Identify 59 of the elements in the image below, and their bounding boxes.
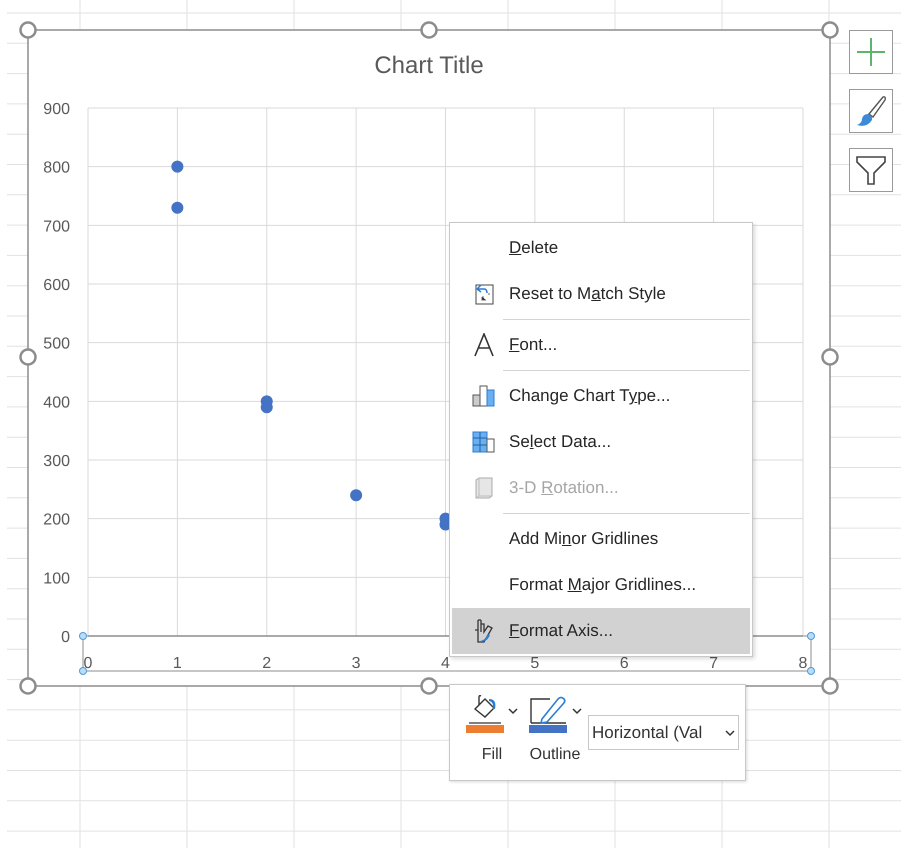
resize-handle[interactable] xyxy=(821,348,839,366)
resize-handle[interactable] xyxy=(821,21,839,39)
selection-handle[interactable] xyxy=(79,667,87,675)
axis-label: 400 xyxy=(43,394,70,412)
axis-label: 0 xyxy=(84,655,92,672)
bar-chart-icon xyxy=(472,385,496,407)
filter-icon xyxy=(855,154,887,186)
axis-label: 2 xyxy=(262,655,272,672)
menu-item[interactable]: Add Minor Gridlines xyxy=(452,516,750,562)
axis-label: 500 xyxy=(43,336,70,353)
paintbrush-icon xyxy=(855,94,887,128)
chart-styles-button[interactable] xyxy=(849,89,893,133)
selection-handle[interactable] xyxy=(807,632,815,640)
axis-label: 100 xyxy=(43,570,70,588)
menu-item[interactable]: Delete xyxy=(452,225,750,271)
plus-icon xyxy=(856,37,886,67)
pencil-outline-icon xyxy=(528,695,568,725)
chart-filters-button[interactable] xyxy=(849,148,893,192)
menu-item[interactable]: Format Major Gridlines... xyxy=(452,562,750,608)
axis-label: 0 xyxy=(61,629,70,646)
format-button[interactable]: Outline xyxy=(528,695,582,767)
caret-icon xyxy=(508,707,518,715)
reset-style-icon xyxy=(472,282,494,306)
resize-handle[interactable] xyxy=(19,348,37,366)
selection-handle[interactable] xyxy=(807,667,815,675)
menu-item[interactable]: Change Chart Type... xyxy=(452,373,750,419)
menu-item[interactable]: Reset to Match Style xyxy=(452,271,750,317)
font-letter-icon xyxy=(472,333,494,357)
axis-label: 700 xyxy=(43,218,70,236)
selection-handle[interactable] xyxy=(79,632,87,640)
axis-label: 600 xyxy=(43,277,70,294)
resize-handle[interactable] xyxy=(420,21,438,39)
caret-icon xyxy=(725,728,735,736)
resize-handle[interactable] xyxy=(420,677,438,695)
axis-label: 8 xyxy=(798,655,808,672)
caret-icon xyxy=(572,707,582,715)
axis-label: 3 xyxy=(352,655,361,672)
resize-handle[interactable] xyxy=(821,677,839,695)
axis-label: 4 xyxy=(441,655,450,672)
resize-handle[interactable] xyxy=(19,677,37,695)
axis-label: 300 xyxy=(43,453,70,470)
axis-label: 200 xyxy=(43,512,70,529)
menu-item[interactable]: Select Data... xyxy=(452,419,750,465)
axis-label: 1 xyxy=(172,655,182,672)
menu-item[interactable]: Font... xyxy=(452,322,750,368)
element-dropdown[interactable]: Horizontal (Val xyxy=(588,715,739,750)
resize-handle[interactable] xyxy=(19,21,37,39)
axis-label: 6 xyxy=(620,655,629,672)
format-button[interactable]: Fill xyxy=(466,695,518,767)
chart-title: Chart Title xyxy=(374,52,484,79)
cube-icon xyxy=(472,476,494,500)
menu-item[interactable]: Format Axis... xyxy=(452,608,750,654)
axis-label: 7 xyxy=(709,655,718,672)
axis-label: 5 xyxy=(530,655,540,672)
paint-bucket-icon xyxy=(467,695,503,725)
axis-label: 900 xyxy=(43,101,70,118)
axis-label: 800 xyxy=(43,160,70,177)
add-element-button[interactable] xyxy=(849,30,893,74)
table-chart-icon xyxy=(472,431,496,453)
